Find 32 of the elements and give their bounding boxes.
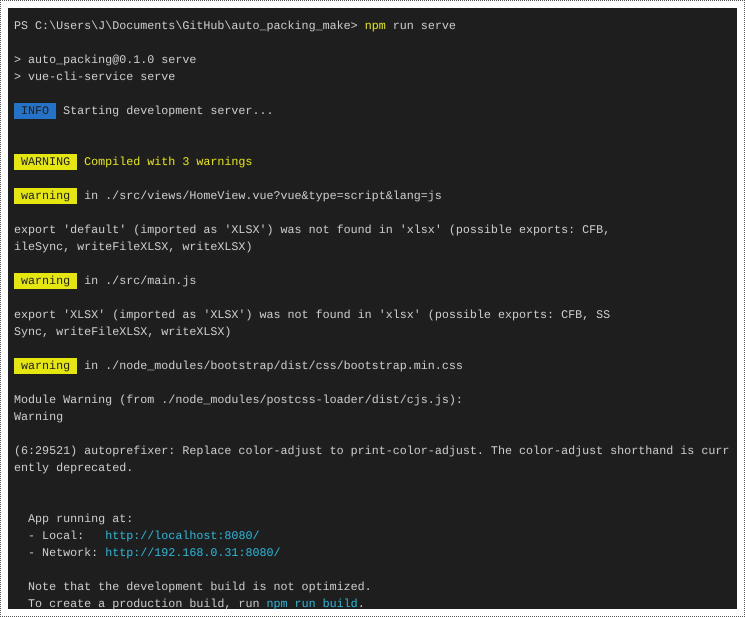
terminal-text: run serve — [392, 19, 456, 33]
warning-badge: warning — [14, 358, 78, 374]
terminal-text: To create a production build, run — [27, 597, 260, 611]
terminal-text: in ./src/main.js — [83, 274, 196, 288]
terminal-text: Warning — [14, 410, 64, 424]
terminal-text: Module Warning (from ./node_modules/postcss-loader/dist/cjs.js): — [14, 393, 463, 407]
warning-badge: WARNING — [14, 154, 78, 170]
terminal-text: (6:29521) autoprefixer: Replace color-adjust to print-color-adjust. The color-adjust shorthand is curr — [14, 444, 730, 458]
terminal-text: ently deprecated. — [14, 461, 134, 475]
link[interactable]: http://localhost:8080/ — [105, 529, 260, 543]
terminal-text: . — [358, 597, 365, 611]
warning-text: Compiled with 3 warnings — [83, 155, 252, 169]
terminal-text: - Local: — [27, 529, 86, 543]
info-badge: INFO — [14, 103, 56, 119]
terminal-text: in ./node_modules/bootstrap/dist/css/bootstrap.min.css — [83, 359, 463, 373]
terminal-text: Sync, writeFileXLSX, writeXLSX) — [14, 325, 232, 339]
terminal-text: > vue-cli-service serve — [14, 70, 176, 84]
terminal-text: export 'default' (imported as 'XLSX') was not found in 'xlsx' (possible exports: CFB, — [14, 223, 610, 237]
terminal-text: > auto_packing@0.1.0 serve — [14, 53, 196, 67]
warning-badge: warning — [14, 273, 78, 289]
terminal-text: - Network: — [27, 546, 100, 560]
terminal-text: export 'XLSX' (imported as 'XLSX') was not found in 'xlsx' (possible exports: CFB, SS — [14, 308, 610, 322]
terminal-text: in ./src/views/HomeView.vue?vue&type=script&lang=js — [83, 189, 442, 203]
link[interactable]: npm run build — [266, 597, 358, 611]
terminal-text: App running at: — [27, 512, 134, 526]
terminal-text: Starting development server... — [62, 104, 274, 118]
command-text: npm — [364, 19, 386, 33]
warning-badge: warning — [14, 188, 78, 204]
terminal-text: PS C:\Users\J\Documents\GitHub\auto_packing_make> — [14, 19, 359, 33]
terminal-text: ileSync, writeFileXLSX, writeXLSX) — [14, 240, 252, 254]
link[interactable]: http://192.168.0.31:8080/ — [105, 546, 281, 560]
terminal-text: Note that the development build is not optimized. — [27, 580, 372, 594]
